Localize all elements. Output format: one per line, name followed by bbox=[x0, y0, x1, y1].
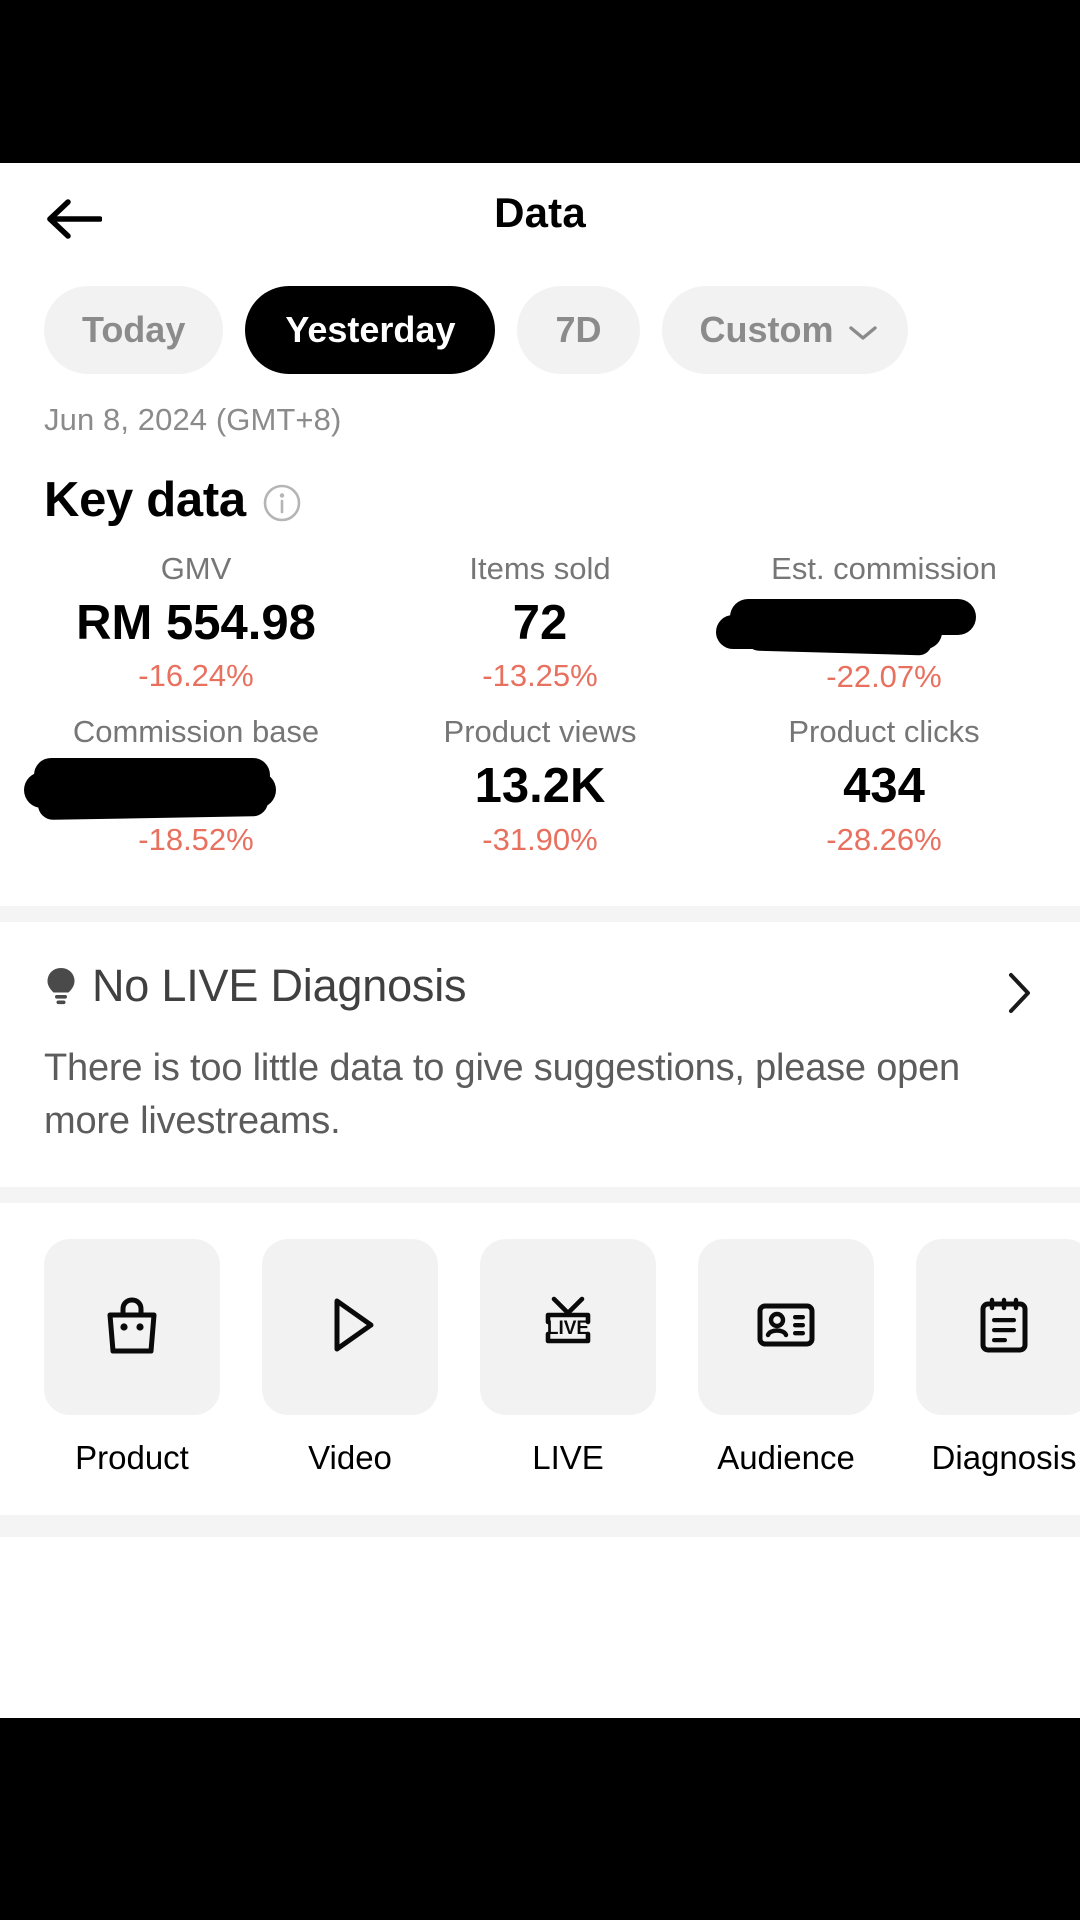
live-diagnosis-header: No LIVE Diagnosis bbox=[44, 960, 1036, 1012]
shortcut-video[interactable]: Video bbox=[262, 1239, 438, 1477]
chevron-down-icon bbox=[848, 309, 878, 351]
shortcut-product[interactable]: Product bbox=[44, 1239, 220, 1477]
navigation-bar bbox=[0, 1718, 1080, 1920]
shortcut-tile bbox=[44, 1239, 220, 1416]
period-tab-label: Today bbox=[82, 309, 186, 350]
metric-label: Product clicks bbox=[788, 714, 980, 750]
period-tab-yesterday[interactable]: Yesterday bbox=[245, 286, 496, 374]
app-content: Data Today Yesterday 7D Custom Jun 8, 20… bbox=[0, 163, 1080, 1718]
shortcut-label: Diagnosis bbox=[931, 1439, 1077, 1477]
date-range-label: Jun 8, 2024 (GMT+8) bbox=[44, 402, 342, 437]
svg-text:LIVE: LIVE bbox=[547, 1318, 589, 1339]
shortcut-tile bbox=[262, 1239, 438, 1416]
metric-product-views[interactable]: Product views 13.2K -31.90% bbox=[368, 713, 712, 858]
section-divider bbox=[0, 1187, 1080, 1204]
metric-label: Items sold bbox=[469, 551, 611, 586]
shortcut-label: Product bbox=[75, 1439, 189, 1477]
live-diagnosis-card[interactable]: No LIVE Diagnosis There is too little da… bbox=[0, 922, 1080, 1187]
shopping-bag-icon bbox=[96, 1289, 168, 1366]
chevron-right-icon[interactable] bbox=[1004, 970, 1036, 1014]
metric-delta: -18.52% bbox=[138, 822, 254, 858]
info-circle-icon[interactable] bbox=[262, 483, 302, 523]
metric-delta: -13.25% bbox=[482, 658, 598, 694]
period-tab-bar: Today Yesterday 7D Custom bbox=[0, 276, 1080, 384]
metric-delta: -22.07% bbox=[826, 659, 942, 695]
metric-delta: -28.26% bbox=[826, 821, 942, 857]
shortcut-tile bbox=[916, 1239, 1080, 1416]
key-data-title: Key data bbox=[44, 473, 246, 527]
period-tab-custom[interactable]: Custom bbox=[661, 286, 908, 374]
id-card-icon bbox=[750, 1289, 822, 1366]
metric-value: RM 554.98 bbox=[76, 596, 316, 651]
period-tab-label: Custom bbox=[699, 309, 834, 350]
redaction-mark bbox=[712, 593, 1056, 656]
shortcut-label: Video bbox=[308, 1439, 392, 1477]
metric-items-sold[interactable]: Items sold 72 -13.25% bbox=[368, 550, 712, 695]
shortcut-row[interactable]: Product Video LIVE LIVE Audience Diagnos… bbox=[0, 1239, 1080, 1477]
live-diagnosis-title: No LIVE Diagnosis bbox=[92, 960, 467, 1012]
shortcut-audience[interactable]: Audience bbox=[698, 1239, 874, 1477]
period-tab-7d[interactable]: 7D bbox=[517, 286, 640, 374]
metric-label: Est. commission bbox=[771, 551, 997, 586]
metric-est-commission[interactable]: Est. commission -22.07% bbox=[712, 550, 1056, 695]
metric-value: 434 bbox=[843, 759, 925, 814]
period-tab-today[interactable]: Today bbox=[44, 286, 224, 374]
key-data-grid: GMV RM 554.98 -16.24% Items sold 72 -13.… bbox=[0, 528, 1080, 858]
shortcut-label: LIVE bbox=[532, 1439, 604, 1477]
lightbulb-icon bbox=[44, 966, 78, 1006]
live-diagnosis-body: There is too little data to give suggest… bbox=[44, 1047, 960, 1142]
shortcut-tile: LIVE bbox=[480, 1239, 656, 1416]
shortcut-label: Audience bbox=[717, 1439, 855, 1477]
shortcut-diagnosis[interactable]: Diagnosis bbox=[916, 1239, 1080, 1477]
play-triangle-icon bbox=[314, 1289, 386, 1366]
page-title: Data bbox=[494, 189, 586, 236]
redaction-mark bbox=[24, 756, 368, 821]
metric-value: 72 bbox=[512, 596, 568, 651]
period-tab-label: Yesterday bbox=[285, 309, 456, 350]
phone-screen: Data Today Yesterday 7D Custom Jun 8, 20… bbox=[0, 0, 1080, 1920]
period-tab-label: 7D bbox=[555, 309, 602, 350]
shortcut-section: Product Video LIVE LIVE Audience Diagnos… bbox=[0, 1203, 1080, 1538]
section-divider bbox=[0, 1515, 1080, 1538]
metric-label: Product views bbox=[443, 714, 637, 750]
key-data-header: Key data bbox=[0, 438, 1080, 528]
metric-label: Commission base bbox=[72, 714, 320, 750]
shortcut-tile bbox=[698, 1239, 874, 1416]
live-tv-icon: LIVE bbox=[532, 1289, 604, 1366]
metric-product-clicks[interactable]: Product clicks 434 -28.26% bbox=[712, 713, 1056, 858]
clipboard-icon bbox=[968, 1289, 1040, 1366]
metric-value: 13.2K bbox=[474, 759, 606, 814]
metric-delta: -16.24% bbox=[138, 658, 254, 694]
metric-label: GMV bbox=[160, 551, 232, 586]
metric-commission-base[interactable]: Commission base -18.52% bbox=[24, 713, 368, 858]
status-bar bbox=[0, 0, 1080, 163]
app-header: Data bbox=[0, 163, 1080, 276]
section-divider bbox=[0, 906, 1080, 923]
metric-gmv[interactable]: GMV RM 554.98 -16.24% bbox=[24, 550, 368, 695]
metric-delta: -31.90% bbox=[482, 821, 598, 857]
shortcut-live[interactable]: LIVE LIVE bbox=[480, 1239, 656, 1477]
